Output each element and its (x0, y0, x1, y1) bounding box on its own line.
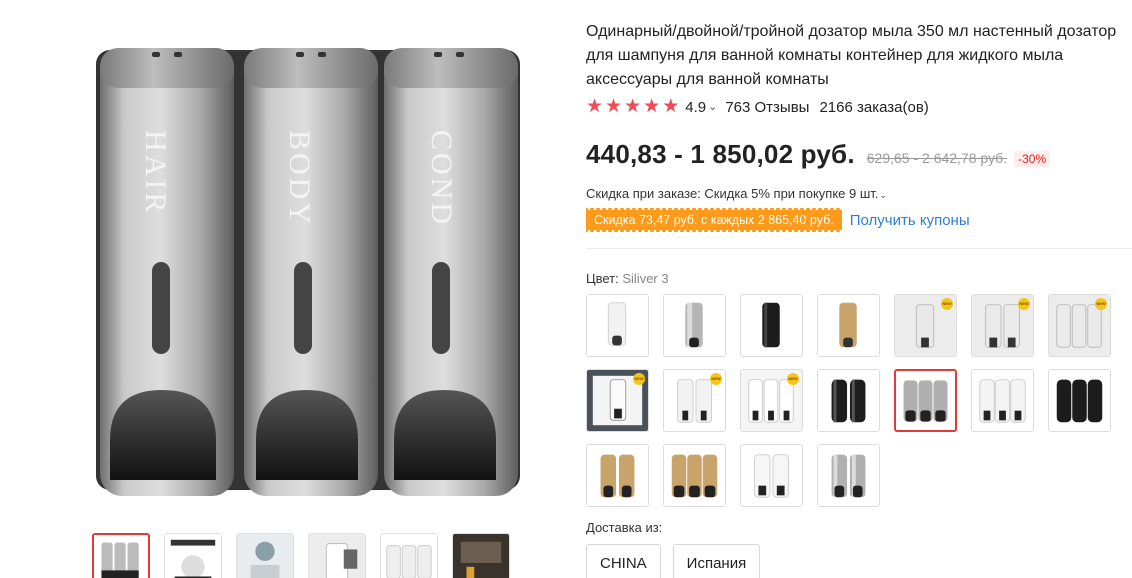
swatch-white-2[interactable] (740, 444, 803, 507)
body-label: BODY (283, 130, 316, 227)
swatch-white-3-new[interactable]: NEW (740, 369, 803, 432)
color-swatches: NEW NEW NEW NEW NEW NEW (586, 294, 1111, 507)
swatch-black-1[interactable] (740, 294, 803, 357)
product-info: Одинарный/двойной/тройной дозатор мыла 3… (586, 20, 1132, 578)
star-icon: ★ (643, 96, 661, 117)
thumbnail-2[interactable] (164, 533, 222, 578)
thumbnail-5[interactable] (380, 533, 438, 578)
bulk-discount-text: Скидка при заказе: Скидка 5% при покупке… (586, 186, 879, 201)
swatch-white-2-new[interactable]: NEW (663, 369, 726, 432)
thumbnail-3[interactable] (236, 533, 294, 578)
swatch-silver-2[interactable] (817, 444, 880, 507)
soap-dispenser-image: HAIR BODY COND (96, 48, 520, 496)
new-tag: NEW (710, 373, 722, 385)
swatch-black-2[interactable] (817, 369, 880, 432)
thumbnail-6[interactable] (452, 533, 510, 578)
coupon-row: Скидка 73,47 руб. с каждых 2 865,40 руб.… (586, 208, 970, 232)
get-coupons-link[interactable]: Получить купоны (850, 212, 970, 229)
swatch-gold-3[interactable] (663, 444, 726, 507)
star-icon: ★ (662, 96, 680, 117)
orders-count: 2166 заказа(ов) (819, 98, 929, 116)
swatch-white-1[interactable] (586, 294, 649, 357)
shipping-label: Доставка из: (586, 520, 663, 535)
swatch-black-3[interactable] (1048, 369, 1111, 432)
coupon-badge: Скидка 73,47 руб. с каждых 2 865,40 руб. (586, 208, 842, 232)
thumbnail-1[interactable] (92, 533, 150, 578)
swatch-silver-3[interactable] (894, 369, 957, 432)
swatch-silver-3-new[interactable]: NEW (1048, 294, 1111, 357)
swatch-silver-1-new[interactable]: NEW (894, 294, 957, 357)
reviews-count[interactable]: 763 Отзывы (725, 99, 809, 116)
cond-label: COND (425, 130, 458, 227)
star-icon: ★ (605, 96, 623, 117)
bulk-discount[interactable]: Скидка при заказе: Скидка 5% при покупке… (586, 186, 887, 201)
divider (586, 248, 1132, 249)
swatch-gold-1[interactable] (817, 294, 880, 357)
swatch-gold-2[interactable] (586, 444, 649, 507)
ship-from-china-button[interactable]: CHINA (586, 544, 661, 578)
chevron-down-icon[interactable]: ⌄ (879, 190, 887, 200)
swatch-silver-1[interactable] (663, 294, 726, 357)
price-row: 440,83 - 1 850,02 руб. 629,65 - 2 642,78… (586, 139, 1051, 170)
color-label-text: Цвет: (586, 271, 623, 286)
swatch-black-1-new[interactable]: NEW (586, 369, 649, 432)
rating-value[interactable]: 4.9 (685, 99, 706, 116)
product-main-image[interactable]: HAIR BODY COND (88, 40, 528, 500)
star-icon: ★ (586, 96, 604, 117)
shipping-options: CHINA Испания (586, 544, 761, 578)
chevron-down-icon[interactable]: ⌄ (708, 100, 717, 113)
rating-stars: ★ ★ ★ ★ ★ (586, 97, 679, 117)
thumbnail-strip (92, 533, 510, 578)
discount-badge: -30% (1014, 151, 1051, 167)
thumbnail-4[interactable] (308, 533, 366, 578)
new-tag: NEW (633, 373, 645, 385)
new-tag: NEW (1095, 298, 1107, 310)
product-title: Одинарный/двойной/тройной дозатор мыла 3… (586, 23, 1117, 88)
new-tag: NEW (787, 373, 799, 385)
new-tag: NEW (941, 298, 953, 310)
rating-row: ★ ★ ★ ★ ★ 4.9 ⌄ 763 Отзывы 2166 заказа(о… (586, 97, 929, 117)
new-tag: NEW (1018, 298, 1030, 310)
product-gallery: HAIR BODY COND (0, 0, 586, 578)
hair-label: HAIR (139, 130, 172, 215)
selected-color: Siliver 3 (622, 271, 669, 286)
ship-from-spain-button[interactable]: Испания (672, 544, 761, 578)
star-icon: ★ (624, 96, 642, 117)
swatch-silver-2-new[interactable]: NEW (971, 294, 1034, 357)
swatch-white-3[interactable] (971, 369, 1034, 432)
color-label: Цвет: Siliver 3 (586, 271, 669, 286)
old-price: 629,65 - 2 642,78 руб. (866, 150, 1008, 166)
current-price: 440,83 - 1 850,02 руб. (586, 139, 855, 169)
